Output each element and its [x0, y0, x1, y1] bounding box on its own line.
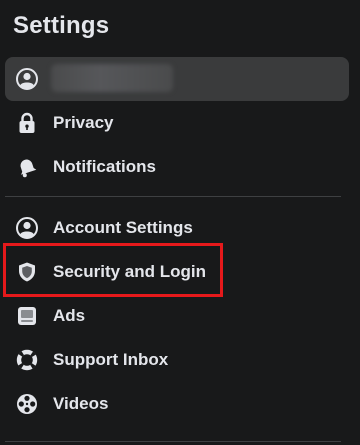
highlight-annotation-box [3, 243, 223, 297]
bell-icon [15, 155, 39, 179]
settings-panel: Settings Privacy Notifications Account S… [0, 0, 360, 445]
menu-item-label: Ads [53, 306, 86, 325]
lock-icon [15, 111, 39, 135]
menu-item-label: Account Settings [53, 218, 193, 237]
film-reel-icon [15, 392, 39, 416]
menu-item-label: Videos [53, 394, 109, 413]
menu-item-label: Notifications [53, 157, 156, 176]
menu-item-support-inbox[interactable]: Support Inbox [0, 338, 360, 382]
ads-icon [15, 304, 39, 328]
page-title: Settings [13, 12, 110, 39]
menu-item-ads[interactable]: Ads [0, 294, 360, 338]
section-divider [5, 441, 341, 442]
section-divider [5, 196, 341, 197]
menu-item-label: Support Inbox [53, 350, 169, 369]
menu-item-notifications[interactable]: Notifications [0, 145, 360, 189]
person-circle-icon [15, 67, 39, 91]
profile-row[interactable] [5, 57, 349, 101]
lifebuoy-icon [15, 348, 39, 372]
menu-item-label: Privacy [53, 113, 114, 132]
person-circle-icon [15, 216, 39, 240]
profile-name-redacted [51, 64, 173, 92]
menu-item-privacy[interactable]: Privacy [0, 101, 360, 145]
menu-item-videos[interactable]: Videos [0, 382, 360, 426]
